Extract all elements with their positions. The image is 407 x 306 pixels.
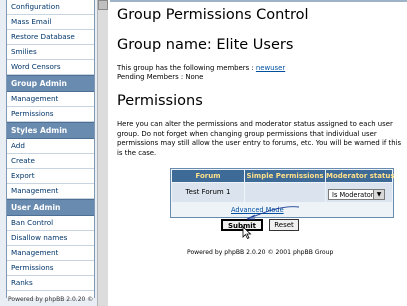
sidebar-group-styles-admin: Styles Admin [7,122,94,139]
pending-members: Pending Members : None [117,73,204,81]
main-content: Group Permissions Control Group name: El… [110,0,407,306]
sidebar-group-group-admin: Group Admin [7,75,94,92]
sidebar-item-management[interactable]: Management [7,184,94,199]
sidebar-scrollbar[interactable] [97,0,108,306]
sidebar-powered-text: Powered by phpBB 2.0.20 © [8,296,94,303]
sidebar-item-word-censors[interactable]: Word Censors [7,60,94,75]
footer-powered: Powered by phpBB 2.0.20 © 2001 phpBB Gro… [187,249,334,256]
sidebar-item-restore-database[interactable]: Restore Database [7,30,94,45]
annotation-scribble [246,206,300,220]
sidebar-scroll-up-button[interactable] [98,0,108,10]
sidebar-item-management[interactable]: Management [7,92,94,107]
sidebar-item-ban-control[interactable]: Ban Control [7,216,94,231]
sidebar-item-management[interactable]: Management [7,246,94,261]
mouse-cursor-icon [242,226,252,240]
sidebar-item-permissions[interactable]: Permissions [7,261,94,276]
sidebar-nav: Configuration Mass Email Restore Database S… [6,0,95,298]
permissions-heading: Permissions [117,93,203,109]
sidebar-item-smilies[interactable]: Smilies [7,45,94,60]
top-divider [110,0,407,2]
members-label: This group has the following members : [117,64,256,72]
page-title: Group Permissions Control [117,7,309,23]
sidebar: Configuration Mass Email Restore Database S… [0,0,108,306]
group-name-heading: Group name: Elite Users [117,37,294,53]
sidebar-item-ranks[interactable]: Ranks [7,276,94,291]
sidebar-item-add[interactable]: Add [7,139,94,154]
sidebar-item-disallow-names[interactable]: Disallow names [7,231,94,246]
members-line: This group has the following members : n… [117,64,285,72]
member-link-newuser[interactable]: newuser [256,64,285,72]
sidebar-group-user-admin: User Admin [7,199,94,216]
sidebar-item-create[interactable]: Create [7,154,94,169]
permissions-description: Here you can alter the permissions and m… [117,120,402,157]
permissions-table: Forum Simple Permissions Moderator statu… [170,168,395,240]
sidebar-item-configuration[interactable]: Configuration [7,0,94,15]
sidebar-item-mass-email[interactable]: Mass Email [7,15,94,30]
sidebar-item-permissions[interactable]: Permissions [7,107,94,122]
sidebar-item-export[interactable]: Export [7,169,94,184]
